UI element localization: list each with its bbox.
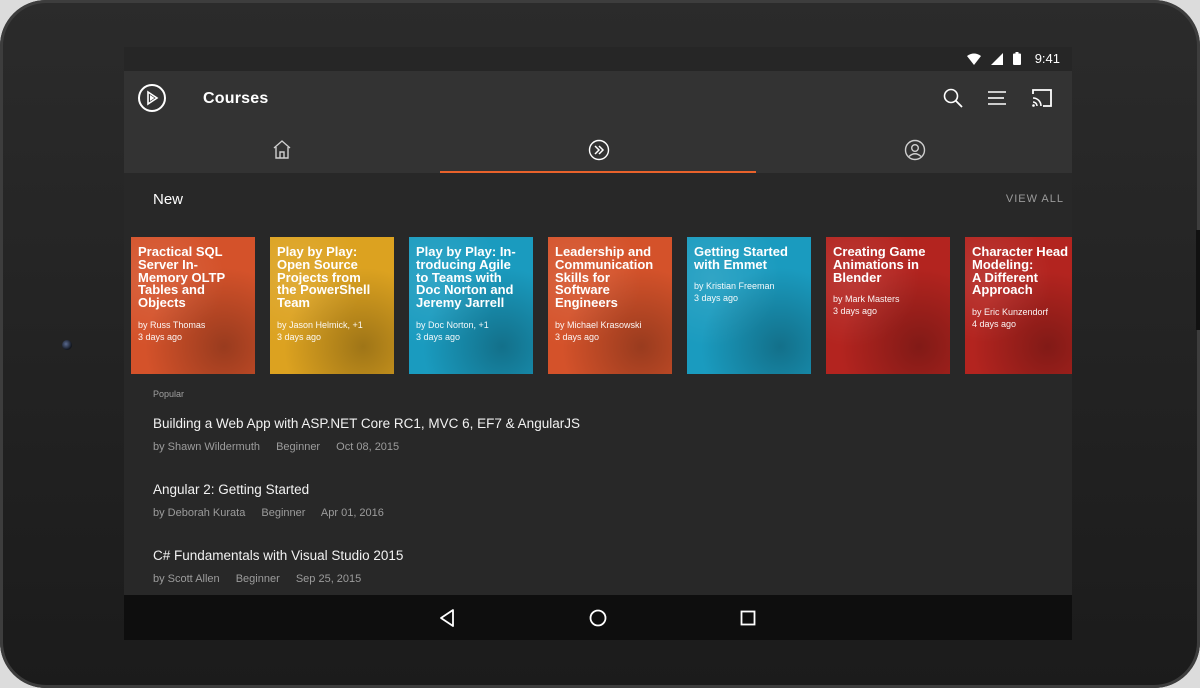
card-author: by Kristian Freeman — [694, 281, 775, 291]
course-author: by Shawn Wildermuth — [153, 441, 260, 453]
new-courses-carousel[interactable]: Practical SQL Server In- Memory OLTP Tab… — [131, 237, 1072, 374]
home-button-icon[interactable] — [587, 607, 609, 629]
card-title: Getting Started with Emmet — [694, 244, 788, 272]
screen: 9:41 Courses New VIEW ALL Practical SQL … — [124, 47, 1072, 640]
course-level: Beginner — [235, 573, 280, 585]
card-title: Play by Play: In- troducing Agile to Tea… — [416, 244, 516, 311]
card-age: 3 days ago — [277, 331, 322, 342]
card-author: by Jason Helmick, +1 — [277, 320, 363, 330]
card-author: by Eric Kunzendorf — [972, 307, 1049, 317]
card-author: by Michael Krasowski — [555, 320, 642, 330]
card-age: 3 days ago — [833, 305, 878, 316]
course-level: Beginner — [276, 441, 321, 453]
card-age: 3 days ago — [138, 331, 183, 342]
home-icon — [273, 140, 291, 159]
course-card[interactable]: Getting Started with Emmet by Kristian F… — [687, 237, 811, 374]
front-camera — [62, 340, 72, 350]
course-date: Oct 08, 2015 — [336, 441, 400, 453]
search-icon[interactable] — [942, 87, 964, 109]
card-author: by Russ Thomas — [138, 320, 206, 330]
course-title: Building a Web App with ASP.NET Core RC1… — [153, 416, 580, 431]
card-meta: by Russ Thomas 3 days ago — [138, 320, 251, 343]
course-card[interactable]: Creating Game Animations in Blender by M… — [826, 237, 950, 374]
course-card[interactable]: Leadership and Communication Skills for … — [548, 237, 672, 374]
course-card[interactable]: Practical SQL Server In- Memory OLTP Tab… — [131, 237, 255, 374]
tab-profile[interactable] — [756, 127, 1072, 173]
course-card[interactable]: Play by Play: In- troducing Agile to Tea… — [409, 237, 533, 374]
course-level: Beginner — [261, 507, 306, 519]
battery-icon — [1012, 52, 1021, 65]
popular-course-item[interactable]: Building a Web App with ASP.NET Core RC1… — [153, 416, 1033, 453]
card-age: 3 days ago — [416, 331, 461, 342]
card-meta: by Doc Norton, +1 3 days ago — [416, 320, 529, 343]
course-meta: by Deborah Kurata Beginner Apr 01, 2016 — [153, 507, 1033, 519]
card-author: by Doc Norton, +1 — [416, 320, 489, 330]
course-date: Apr 01, 2016 — [320, 507, 384, 519]
page-title: Courses — [203, 90, 269, 107]
wifi-icon — [966, 53, 981, 65]
card-meta: by Michael Krasowski 3 days ago — [555, 320, 668, 343]
card-age: 3 days ago — [555, 331, 600, 342]
cell-signal-icon — [990, 52, 1003, 65]
course-title: C# Fundamentals with Visual Studio 2015 — [153, 548, 404, 563]
main-content: New VIEW ALL Practical SQL Server In- Me… — [124, 173, 1072, 595]
tablet-frame: 9:41 Courses New VIEW ALL Practical SQL … — [0, 0, 1200, 688]
course-card[interactable]: Character Head Modeling: A Different App… — [965, 237, 1072, 374]
app-bar: Courses — [124, 71, 1072, 127]
popular-course-item[interactable]: C# Fundamentals with Visual Studio 2015 … — [153, 548, 1033, 585]
card-meta: by Mark Masters 3 days ago — [833, 294, 946, 317]
card-title: Creating Game Animations in Blender — [833, 244, 926, 285]
section-title-popular: Popular — [153, 389, 185, 399]
course-title: Angular 2: Getting Started — [153, 482, 310, 497]
filter-menu-icon[interactable] — [986, 87, 1008, 109]
pluralsight-logo-icon[interactable] — [138, 84, 166, 112]
card-title: Character Head Modeling: A Different App… — [972, 244, 1069, 298]
card-meta: by Kristian Freeman 3 days ago — [694, 281, 807, 304]
card-age: 3 days ago — [694, 292, 739, 303]
status-time: 9:41 — [1034, 51, 1060, 66]
card-author: by Mark Masters — [833, 294, 900, 304]
course-meta: by Shawn Wildermuth Beginner Oct 08, 201… — [153, 441, 1033, 453]
tab-home[interactable] — [124, 127, 440, 173]
system-nav-bar — [124, 595, 1072, 640]
cast-icon[interactable] — [1031, 87, 1053, 109]
course-meta: by Scott Allen Beginner Sep 25, 2015 — [153, 573, 1033, 585]
card-age: 4 days ago — [972, 318, 1017, 329]
recents-icon[interactable] — [737, 607, 759, 629]
card-meta: by Jason Helmick, +1 3 days ago — [277, 320, 390, 343]
card-meta: by Eric Kunzendorf 4 days ago — [972, 307, 1071, 330]
tab-bar — [124, 127, 1072, 173]
card-title: Play by Play: Open Source Projects from … — [277, 244, 371, 311]
course-card[interactable]: Play by Play: Open Source Projects from … — [270, 237, 394, 374]
back-icon[interactable] — [437, 607, 459, 629]
view-all-link[interactable]: VIEW ALL — [1006, 193, 1064, 205]
card-title: Practical SQL Server In- Memory OLTP Tab… — [138, 244, 226, 311]
section-title-new: New — [153, 191, 184, 208]
popular-course-item[interactable]: Angular 2: Getting Started by Deborah Ku… — [153, 482, 1033, 519]
course-author: by Scott Allen — [153, 573, 220, 585]
side-button — [1196, 230, 1200, 330]
user-circle-icon — [904, 139, 926, 161]
tab-courses[interactable] — [440, 127, 756, 173]
double-chevron-right-icon — [588, 139, 610, 161]
card-title: Leadership and Communication Skills for … — [555, 244, 654, 311]
course-author: by Deborah Kurata — [153, 507, 246, 519]
status-bar: 9:41 — [124, 47, 1072, 71]
course-date: Sep 25, 2015 — [295, 573, 362, 585]
